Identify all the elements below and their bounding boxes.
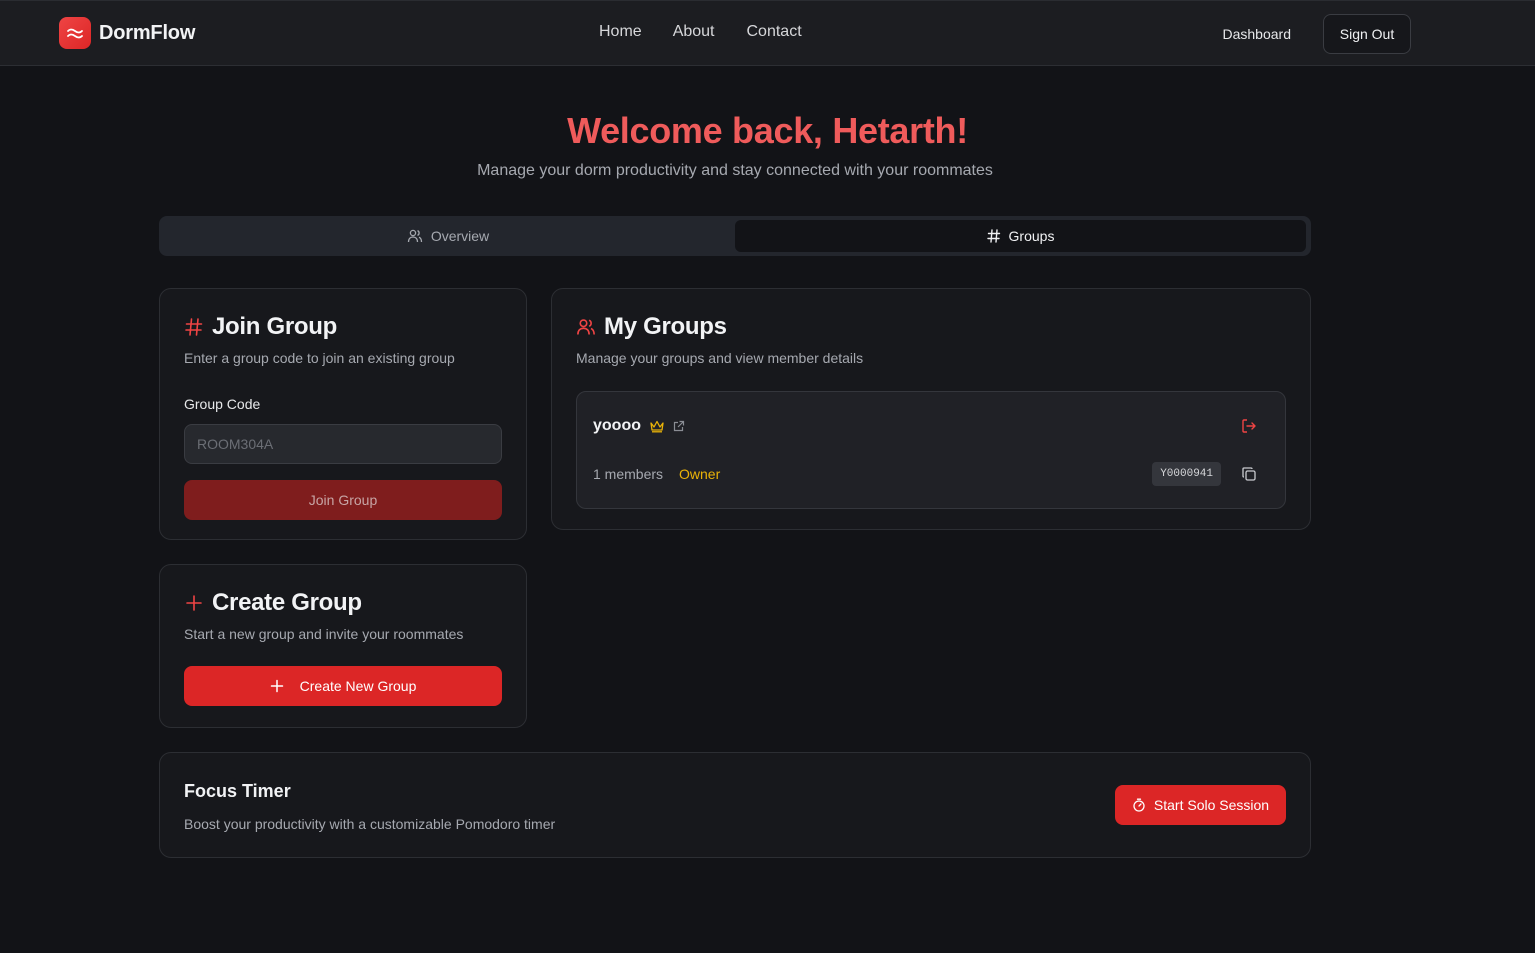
waves-icon [59, 17, 91, 49]
create-group-title: Create Group [212, 589, 362, 616]
header-actions: Dashboard Sign Out [1223, 14, 1411, 54]
brand[interactable]: DormFlow [59, 17, 195, 49]
nav-home[interactable]: Home [599, 23, 642, 41]
focus-timer-card: Focus Timer Boost your productivity with… [159, 752, 1311, 858]
create-group-description: Start a new group and invite your roomma… [184, 626, 464, 642]
join-group-card: Join Group Enter a group code to join an… [159, 288, 527, 540]
group-member-count: 1 members [593, 466, 664, 482]
group-name: yoooo [593, 417, 641, 434]
join-group-description: Enter a group code to join an existing g… [184, 350, 455, 366]
tab-groups-label: Groups [1008, 228, 1055, 244]
hash-icon [986, 229, 1000, 243]
main-nav: Home About Contact [599, 23, 802, 41]
group-code-input[interactable] [184, 424, 502, 464]
create-new-group-button[interactable]: Create New Group [184, 666, 502, 706]
top-navbar: DormFlow Home About Contact Dashboard Si… [0, 0, 1535, 66]
group-role-badge: Owner [679, 466, 721, 482]
brand-name: DormFlow [99, 21, 196, 44]
tab-list: Overview Groups [159, 216, 1311, 256]
my-groups-description: Manage your groups and view member detai… [576, 350, 864, 366]
group-list-item[interactable]: yoooo 1 members Owner Y0000941 [576, 391, 1286, 509]
users-icon [577, 319, 595, 335]
tab-groups[interactable]: Groups [735, 220, 1306, 252]
join-group-title: Join Group [212, 313, 337, 340]
join-group-button[interactable]: Join Group [184, 480, 502, 520]
plus-icon [270, 679, 283, 693]
dashboard-link[interactable]: Dashboard [1223, 26, 1292, 42]
users-icon [407, 229, 422, 243]
timer-icon [1133, 798, 1145, 812]
hash-icon [185, 318, 203, 336]
tab-overview[interactable]: Overview [163, 220, 733, 252]
tab-overview-label: Overview [430, 228, 490, 244]
group-code: Y0000941 [1152, 462, 1221, 486]
crown-icon [650, 420, 664, 433]
create-group-card: Create Group Start a new group and invit… [159, 564, 527, 728]
sign-out-button[interactable]: Sign Out [1323, 14, 1411, 54]
my-groups-card: My Groups Manage your groups and view me… [551, 288, 1311, 530]
external-link-icon[interactable] [672, 420, 685, 433]
create-group-heading: Create Group [184, 589, 502, 617]
leave-icon[interactable] [1241, 418, 1257, 434]
my-groups-title: My Groups [604, 313, 727, 340]
nav-contact[interactable]: Contact [747, 23, 802, 41]
create-new-group-label: Create New Group [299, 678, 417, 694]
copy-icon[interactable] [1241, 466, 1257, 482]
group-name-row: yoooo [593, 417, 685, 435]
my-groups-heading: My Groups [576, 313, 1286, 341]
page-subtitle: Manage your dorm productivity and stay c… [477, 162, 993, 179]
join-group-heading: Join Group [184, 313, 502, 341]
start-solo-session-label: Start Solo Session [1153, 797, 1270, 813]
page-title: Welcome back, Hetarth! [567, 110, 968, 151]
start-solo-session-button[interactable]: Start Solo Session [1115, 785, 1286, 825]
nav-about[interactable]: About [673, 23, 715, 41]
plus-icon [186, 595, 202, 611]
group-code-label: Group Code [184, 396, 261, 412]
